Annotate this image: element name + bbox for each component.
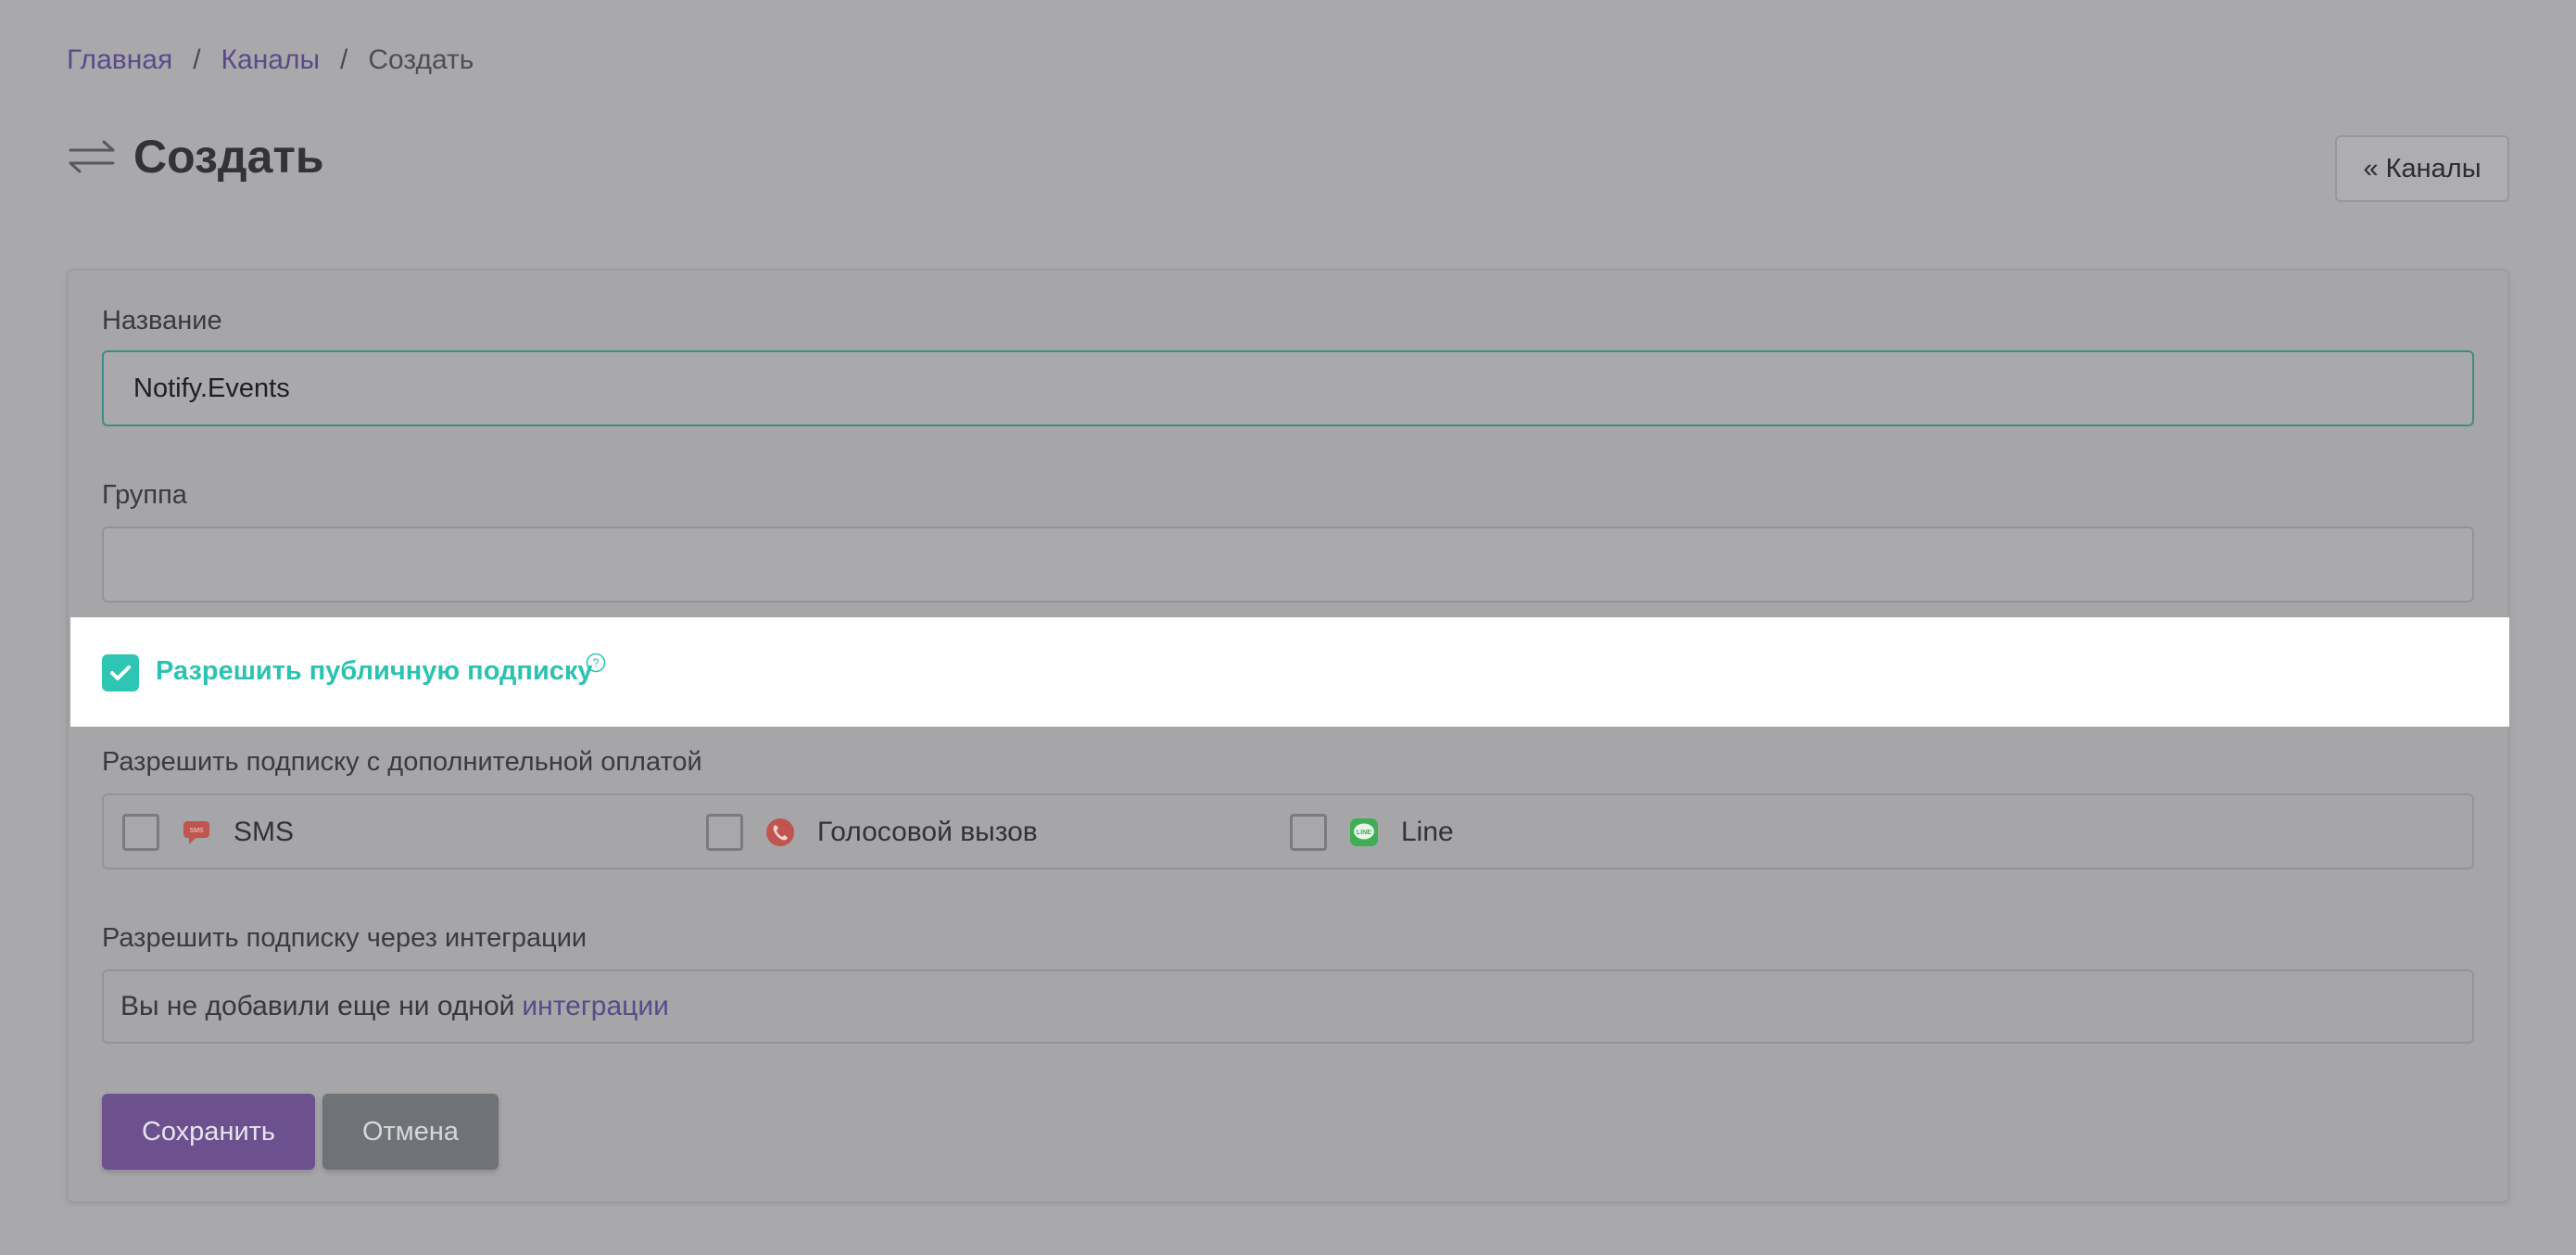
integrations-label: Разрешить подписку через интеграции — [102, 923, 587, 953]
public-subscription-label[interactable]: Разрешить публичную подписку — [156, 656, 593, 687]
integrations-box: Вы не добавили еще ни одной интеграции — [102, 970, 2474, 1044]
help-icon[interactable]: ? — [586, 653, 606, 673]
back-to-channels-button[interactable]: « Каналы — [2335, 135, 2509, 202]
svg-text:?: ? — [592, 656, 599, 670]
option-sms[interactable]: SMS SMS — [122, 814, 294, 851]
breadcrumb-separator: / — [340, 44, 348, 75]
integrations-link[interactable]: интеграции — [522, 991, 668, 1022]
group-select[interactable] — [102, 526, 2474, 602]
page-title: Создать — [133, 131, 324, 183]
line-icon: LINE — [1350, 818, 1378, 846]
svg-text:LINE: LINE — [1357, 830, 1371, 836]
cancel-button[interactable]: Отмена — [322, 1094, 499, 1170]
sms-checkbox[interactable] — [122, 814, 159, 851]
breadcrumb-separator: / — [193, 44, 201, 75]
page: Главная / Каналы / Создать Создать « Кан… — [0, 0, 2576, 1255]
public-subscription-checkbox[interactable] — [102, 654, 139, 691]
option-label: SMS — [234, 817, 295, 847]
page-header: Создать — [67, 130, 324, 184]
breadcrumb-channels-link[interactable]: Каналы — [221, 44, 320, 76]
sms-icon: SMS — [183, 821, 209, 844]
exchange-arrows-icon — [69, 140, 115, 173]
line-checkbox[interactable] — [1290, 814, 1327, 851]
option-label: Line — [1401, 817, 1454, 847]
breadcrumb-current: Создать — [368, 44, 474, 75]
paid-subscription-label: Разрешить подписку с дополнительной опла… — [102, 747, 702, 777]
option-voice-call[interactable]: Голосовой вызов — [706, 814, 1038, 851]
checkmark-icon — [110, 666, 131, 680]
breadcrumb-home-link[interactable]: Главная — [67, 44, 172, 76]
svg-text:SMS: SMS — [189, 828, 204, 834]
integrations-empty-text: Вы не добавили еще ни одной — [120, 991, 515, 1021]
name-input[interactable]: Notify.Events — [102, 350, 2474, 426]
phone-icon — [766, 818, 794, 846]
paid-options-group: SMS SMS Голосовой вызов LINE Line — [102, 793, 2474, 869]
voice-call-checkbox[interactable] — [706, 814, 743, 851]
save-button[interactable]: Сохранить — [102, 1094, 315, 1170]
option-label: Голосовой вызов — [817, 817, 1038, 847]
name-label: Название — [102, 306, 222, 336]
breadcrumb: Главная / Каналы / Создать — [67, 44, 474, 76]
option-line[interactable]: LINE Line — [1290, 814, 1454, 851]
group-label: Группа — [102, 480, 187, 510]
